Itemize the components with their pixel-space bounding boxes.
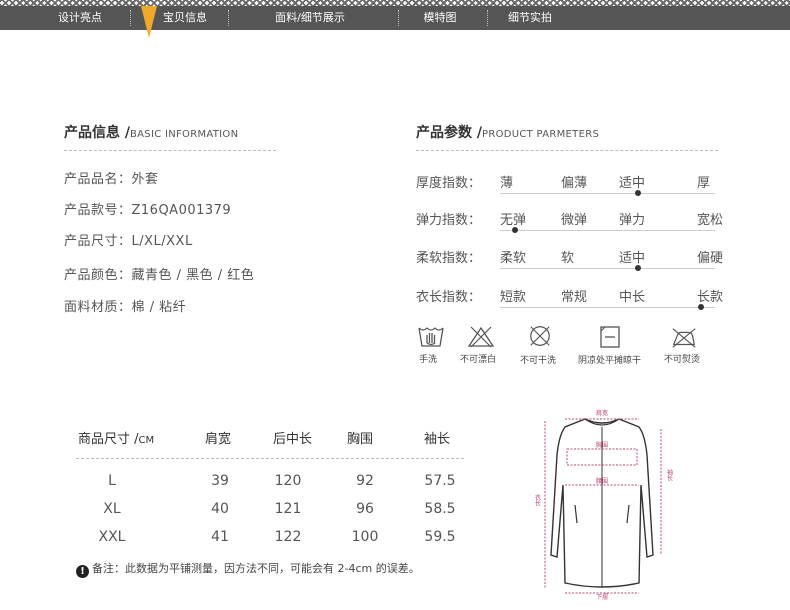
size-table-divider [76,458,464,459]
size-table-cell: 58.5 [424,501,456,517]
params-title-en: PRODUCT PARMETERS [482,129,600,140]
nav-item-design[interactable]: 设计亮点 [40,6,120,30]
nav-separator [398,10,399,26]
param-option: 偏薄 [561,176,588,191]
care-label-dry-flat: 阴凉处平摊晾干 [578,356,642,366]
param-selected-dot [635,190,641,196]
param-option: 中长 [619,290,646,305]
params-title-cn: 产品参数 / [416,125,482,141]
bust-label: 胸围 [596,441,608,449]
param-label: 柔软指数： [416,251,482,266]
care-label-no-iron: 不可熨烫 [664,355,701,365]
size-table-cell: 96 [356,501,374,517]
no-iron-icon [672,328,696,348]
nav-separator [130,10,131,26]
param-option: 无弹 [500,213,527,228]
param-option: 软 [561,251,575,266]
measurement-note-text: 备注：此数据为平铺测量，因方法不同，可能会有 2-4cm 的误差。 [92,562,420,575]
param-option: 柔软 [500,251,527,266]
info-row-sizes: 产品尺寸：L/XL/XXL [64,234,193,249]
param-label: 衣长指数： [416,290,482,305]
param-option: 偏硬 [697,251,724,266]
param-option: 长款 [697,290,724,305]
param-option: 薄 [500,176,514,191]
info-row-name: 产品品名：外套 [64,172,159,187]
param-selected-dot [698,304,704,310]
info-row-material: 面料材质：棉 / 粘纤 [64,300,187,315]
coat-measurement-diagram: 肩宽 胸围 腰围 下摆 衣长 袖长 [534,409,673,600]
nav-item-detail-photos[interactable]: 细节实拍 [495,6,565,30]
param-option: 适中 [619,176,646,191]
sleeve-label: 袖长 [666,468,673,482]
nav-separator [487,10,488,26]
nav-bar: 设计亮点 宝贝信息 面料/细节展示 模特图 细节实拍 [0,6,790,30]
param-scale-line [500,193,715,194]
param-selected-dot [512,227,518,233]
active-nav-pointer [141,6,157,38]
waist-label: 腰围 [596,478,608,485]
size-table-cell: 57.5 [424,473,456,489]
params-title: 产品参数 /PRODUCT PARMETERS [416,122,599,142]
size-table-cell: 59.5 [424,529,456,545]
dry-flat-shade-icon [600,326,620,348]
param-option: 宽松 [697,213,724,228]
size-header-shoulder: 肩宽 [205,432,232,447]
basic-info-title-en: BASIC INFORMATION [130,129,239,140]
size-header-bust: 胸围 [347,432,374,447]
basic-info-title: 产品信息 /BASIC INFORMATION [64,122,238,142]
size-header-sleeve: 袖长 [424,432,451,447]
param-selected-dot [635,265,641,271]
hand-wash-icon [418,327,444,347]
param-label: 弹力指数： [416,213,482,228]
nav-item-fabric-detail[interactable]: 面料/细节展示 [255,6,365,30]
size-table-cell: 40 [211,501,229,517]
param-option: 微弹 [561,213,588,228]
size-table-cell: XXL [98,529,126,545]
size-header-label: 商品尺寸 / [78,432,139,447]
measurement-note: ! 备注：此数据为平铺测量，因方法不同，可能会有 2-4cm 的误差。 [76,560,420,578]
basic-info-title-cn: 产品信息 / [64,125,130,141]
info-row-colors: 产品颜色：藏青色 / 黑色 / 红色 [64,268,255,283]
size-table-cell: 120 [274,473,302,489]
param-label: 厚度指数： [416,176,482,191]
size-table-cell: 122 [274,529,302,545]
size-table-cell: 121 [274,501,302,517]
size-table-cell: 92 [356,473,374,489]
nav-item-model[interactable]: 模特图 [405,6,475,30]
param-option: 短款 [500,290,527,305]
shoulder-label: 肩宽 [596,409,608,417]
param-scale-line [500,230,715,231]
params-divider [416,150,718,151]
size-table-cell: 41 [211,529,229,545]
size-table-cell: XL [103,501,121,517]
care-label-no-dry-clean: 不可干洗 [520,356,557,366]
no-bleach-icon [467,326,495,348]
care-label-hand-wash: 手洗 [419,355,438,365]
size-header-unit: CM [138,435,155,446]
nav-item-product-info[interactable]: 宝贝信息 [150,6,220,30]
care-label-no-bleach: 不可漂白 [460,355,497,365]
param-scale-line [500,268,715,269]
size-table-cell: 100 [351,529,379,545]
param-option: 常规 [561,290,588,305]
size-table-cell: L [108,473,116,489]
no-dry-clean-icon [530,326,550,346]
param-option: 适中 [619,251,646,266]
size-table-cell: 39 [211,473,229,489]
size-header-size: 商品尺寸 /CM [78,428,154,447]
nav-separator [228,10,229,26]
param-option: 厚 [697,176,711,191]
basic-info-divider [64,150,276,151]
hem-label: 下摆 [596,593,608,600]
info-row-sku: 产品款号：Z16QA001379 [64,203,232,218]
param-option: 弹力 [619,213,646,228]
warning-icon: ! [76,565,89,578]
param-scale-line [500,307,715,308]
size-header-length: 后中长 [273,432,313,447]
length-label: 衣长 [534,493,541,507]
